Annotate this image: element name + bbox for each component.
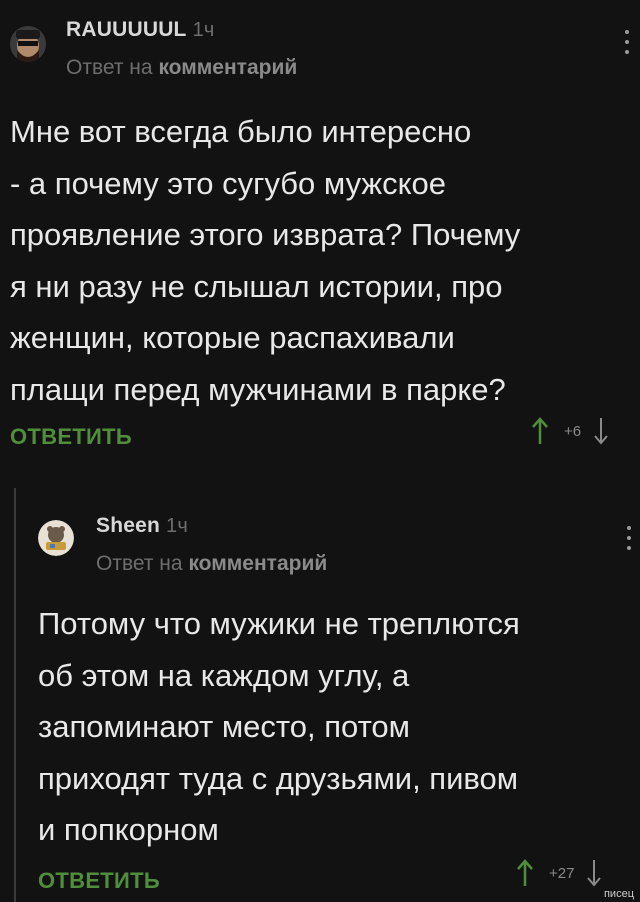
vote-controls: +6	[530, 416, 609, 446]
avatar-image	[10, 26, 46, 62]
menu-dots-icon[interactable]	[624, 30, 630, 54]
author-name[interactable]: Sheen	[96, 514, 160, 537]
reply-button[interactable]: ОТВЕТИТЬ	[38, 868, 160, 894]
reply-prefix: Ответ на	[66, 56, 153, 79]
reply-target-link[interactable]: комментарий	[158, 56, 297, 79]
watermark: писец	[603, 888, 634, 900]
comment: RAUUUUUL 1ч Ответ на комментарий Мне вот …	[0, 0, 640, 470]
downvote-arrow-icon[interactable]	[593, 416, 609, 446]
vote-controls: +27	[515, 858, 602, 888]
avatar[interactable]	[10, 26, 46, 62]
comment: Sheen 1ч Ответ на комментарий Потому что …	[0, 490, 640, 902]
avatar[interactable]	[38, 520, 74, 556]
rating-count: +6	[564, 422, 582, 440]
comment-text: Мне вот всегда было интересно - а почему…	[10, 114, 521, 407]
comment-author[interactable]: RAUUUUUL 1ч	[66, 18, 215, 42]
comment-thread: RAUUUUUL 1ч Ответ на комментарий Мне вот …	[0, 0, 640, 902]
author-name[interactable]: RAUUUUUL	[66, 18, 187, 41]
comment-text: Потому что мужики не треплются об этом н…	[38, 606, 520, 847]
reply-prefix: Ответ на	[96, 552, 183, 575]
comment-time: 1ч	[192, 19, 215, 41]
upvote-arrow-icon[interactable]	[530, 416, 550, 446]
upvote-arrow-icon[interactable]	[515, 858, 535, 888]
downvote-arrow-icon[interactable]	[586, 858, 602, 888]
reply-to: Ответ на комментарий	[66, 56, 297, 80]
reply-to: Ответ на комментарий	[96, 552, 327, 576]
avatar-image	[38, 520, 74, 556]
reply-button[interactable]: ОТВЕТИТЬ	[10, 424, 132, 450]
comment-author[interactable]: Sheen 1ч	[96, 514, 188, 538]
rating-count: +27	[549, 864, 575, 882]
reply-target-link[interactable]: комментарий	[188, 552, 327, 575]
menu-dots-icon[interactable]	[626, 526, 632, 550]
comment-time: 1ч	[166, 515, 188, 537]
